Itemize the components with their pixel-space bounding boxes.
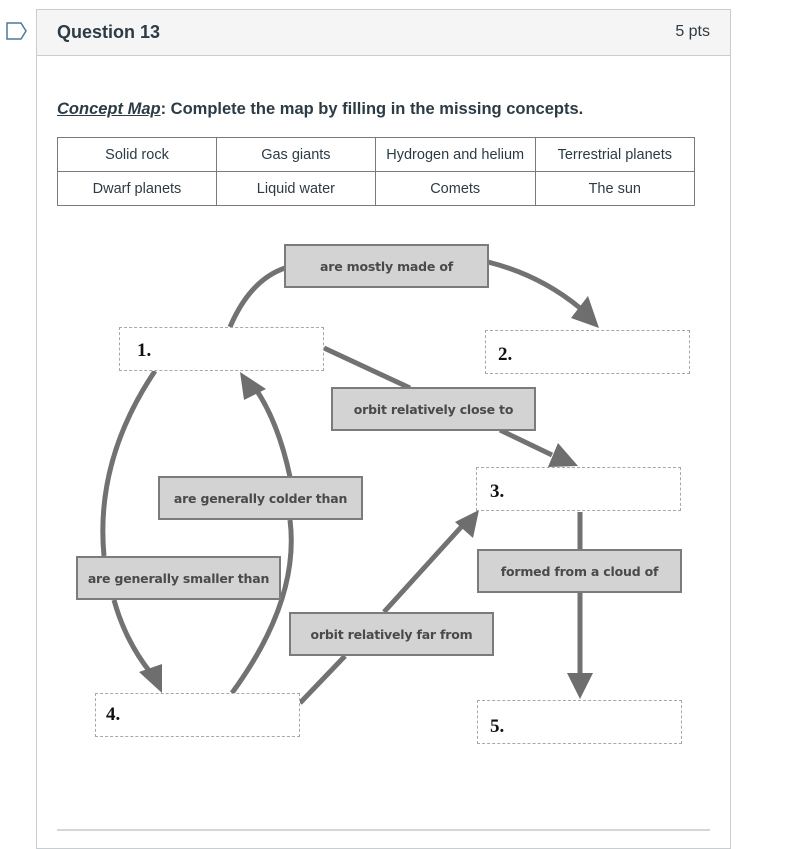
instruction-text: : Complete the map by filling in the mis…: [160, 100, 584, 118]
link-are-generally-smaller-than: are generally smaller than: [76, 556, 281, 600]
link-are-mostly-made-of: are mostly made of: [284, 244, 489, 288]
word-bank-cell: Comets: [374, 171, 536, 206]
concept-slot-5[interactable]: 5.: [477, 700, 682, 744]
link-orbit-relatively-close-to: orbit relatively close to: [331, 387, 536, 431]
link-orbit-relatively-far-from: orbit relatively far from: [289, 612, 494, 656]
word-bank-cell: The sun: [534, 171, 696, 206]
concept-slot-2[interactable]: 2.: [485, 330, 690, 374]
slot-number: 2.: [498, 344, 513, 365]
question-instruction: Concept Map: Complete the map by filling…: [57, 100, 583, 119]
link-are-generally-colder-than: are generally colder than: [158, 476, 363, 520]
word-bank-cell: Liquid water: [215, 171, 376, 206]
word-bank-row: Dwarf planets Liquid water Comets The su…: [57, 171, 696, 206]
slot-number: 4.: [106, 704, 121, 725]
word-bank-cell: Gas giants: [215, 137, 376, 172]
word-bank-cell: Hydrogen and helium: [374, 137, 536, 172]
question-header: Question 13 5 pts: [37, 10, 730, 56]
question-title: Question 13: [57, 22, 161, 42]
slot-number: 1.: [137, 340, 152, 361]
word-bank-cell: Dwarf planets: [57, 171, 217, 206]
bookmark-flag-icon[interactable]: [6, 22, 28, 40]
concept-slot-1[interactable]: 1.: [119, 327, 324, 371]
concept-slot-3[interactable]: 3.: [476, 467, 681, 511]
slot-number: 3.: [490, 481, 505, 502]
instruction-emphasis: Concept Map: [57, 100, 161, 118]
word-bank-cell: Terrestrial planets: [534, 137, 696, 172]
word-bank-table: Solid rock Gas giants Hydrogen and heliu…: [57, 137, 696, 206]
word-bank-row: Solid rock Gas giants Hydrogen and heliu…: [57, 137, 696, 172]
footer-divider: [57, 829, 710, 831]
link-formed-from-a-cloud-of: formed from a cloud of: [477, 549, 682, 593]
slot-number: 5.: [490, 716, 505, 737]
word-bank-cell: Solid rock: [57, 137, 217, 172]
question-points: 5 pts: [675, 23, 710, 40]
concept-slot-4[interactable]: 4.: [95, 693, 300, 737]
